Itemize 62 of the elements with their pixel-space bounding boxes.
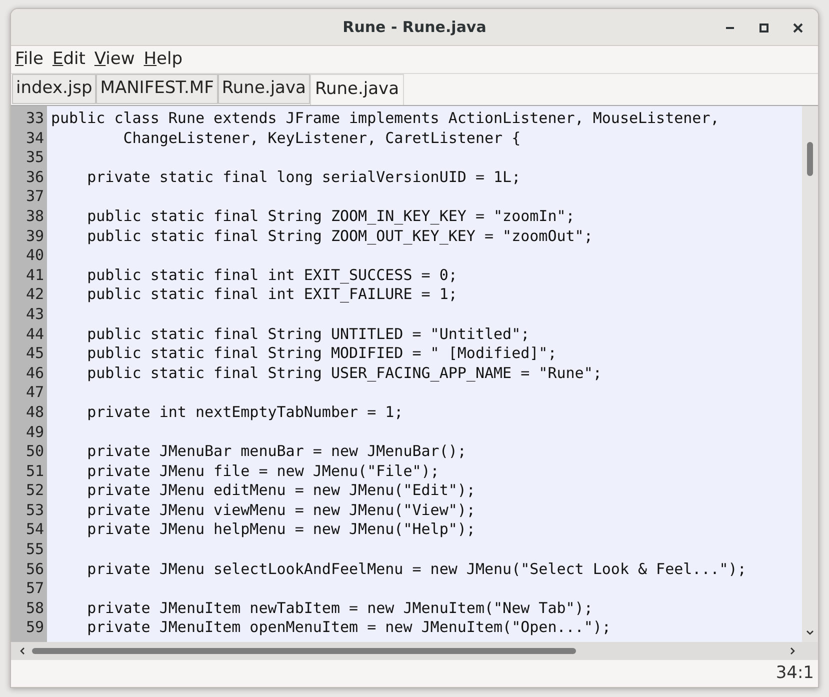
line-number: 36: [24, 168, 45, 188]
line-number: 42: [24, 285, 45, 305]
code-line: public static final String USER_FACING_APP_NAME = "Rune";: [86, 364, 602, 384]
tab[interactable]: MANIFEST.MF: [96, 74, 218, 104]
line-number: 34: [24, 128, 45, 148]
code-line: private static final long serialVersionUID = 1L;: [86, 168, 521, 188]
code-line: public static final String UNTITLED = "Untitled";: [86, 324, 530, 344]
line-number: 47: [24, 383, 45, 403]
line-number: 58: [24, 598, 45, 618]
line-number: 56: [24, 560, 45, 580]
line-number: 54: [24, 520, 45, 540]
code-line: ChangeListener, KeyListener, CaretListener {: [122, 128, 521, 148]
code-line: private JMenu viewMenu = new JMenu("View");: [86, 500, 476, 520]
line-number: 57: [24, 579, 45, 599]
maximize-icon: [759, 23, 769, 33]
line-number: 38: [24, 206, 45, 227]
code-line: public static final int EXIT_FAILURE = 1;: [86, 285, 458, 305]
code-line: private JMenu helpMenu = new JMenu("Help");: [86, 520, 476, 540]
code-line: public static final int EXIT_SUCCESS = 0;: [86, 266, 458, 286]
cursor-position: 34:1: [776, 662, 814, 685]
code-line: public static final String ZOOM_IN_KEY_KEY = "zoomIn";: [86, 206, 575, 227]
code-line: public class Rune extends JFrame implements ActionListener, MouseListener,: [51, 109, 720, 129]
line-number: 43: [24, 304, 45, 325]
vertical-scrollbar[interactable]: [802, 106, 818, 642]
scrollbar-thumb[interactable]: [32, 648, 576, 654]
code-line: public static final String MODIFIED = " [Modified]";: [86, 344, 557, 364]
tab[interactable]: index.jsp: [12, 74, 96, 104]
scrollbar-thumb[interactable]: [807, 142, 813, 176]
line-number: 40: [24, 246, 45, 266]
line-number: 52: [24, 481, 45, 501]
minimize-icon: [726, 27, 734, 29]
line-number: 46: [24, 364, 45, 384]
menu-item[interactable]: Help: [144, 51, 183, 68]
close-icon: [793, 23, 803, 33]
code-line: private JMenu selectLookAndFeelMenu = new JMenu("Select Look & Feel...");: [86, 560, 746, 580]
code-line: private JMenuItem openMenuItem = new JMenuItem("Open...");: [86, 618, 611, 638]
window-title: Rune - Rune.java: [342, 16, 486, 38]
tab[interactable]: Rune.java: [310, 74, 404, 105]
code-line: private JMenuItem newTabItem = new JMenuItem("New Tab");: [86, 598, 593, 618]
line-number: 50: [24, 442, 45, 462]
line-number: 45: [24, 344, 45, 364]
line-number: 48: [24, 402, 45, 422]
line-number: 51: [24, 462, 45, 482]
line-number: 59: [24, 618, 45, 638]
line-number: 44: [24, 324, 45, 344]
line-number: 55: [24, 540, 45, 560]
code-line: private JMenu editMenu = new JMenu("Edit");: [86, 481, 476, 501]
line-number: 53: [24, 500, 45, 520]
menu-item[interactable]: File: [15, 51, 44, 68]
line-number: 35: [24, 148, 45, 168]
line-number: 49: [24, 422, 45, 442]
code-line: public static final String ZOOM_OUT_KEY_KEY = "zoomOut";: [86, 226, 593, 246]
code-line: private JMenuBar menuBar = new JMenuBar();: [86, 442, 466, 462]
line-number: 41: [24, 266, 45, 286]
line-number: 33: [24, 109, 45, 129]
line-number: 37: [24, 187, 45, 207]
code-line: private JMenu file = new JMenu("File");: [86, 462, 440, 482]
menu-item[interactable]: View: [94, 51, 135, 68]
menu-item[interactable]: Edit: [52, 51, 86, 68]
line-number: 39: [24, 226, 45, 246]
tab[interactable]: Rune.java: [218, 74, 310, 104]
code-line: private int nextEmptyTabNumber = 1;: [86, 402, 404, 422]
